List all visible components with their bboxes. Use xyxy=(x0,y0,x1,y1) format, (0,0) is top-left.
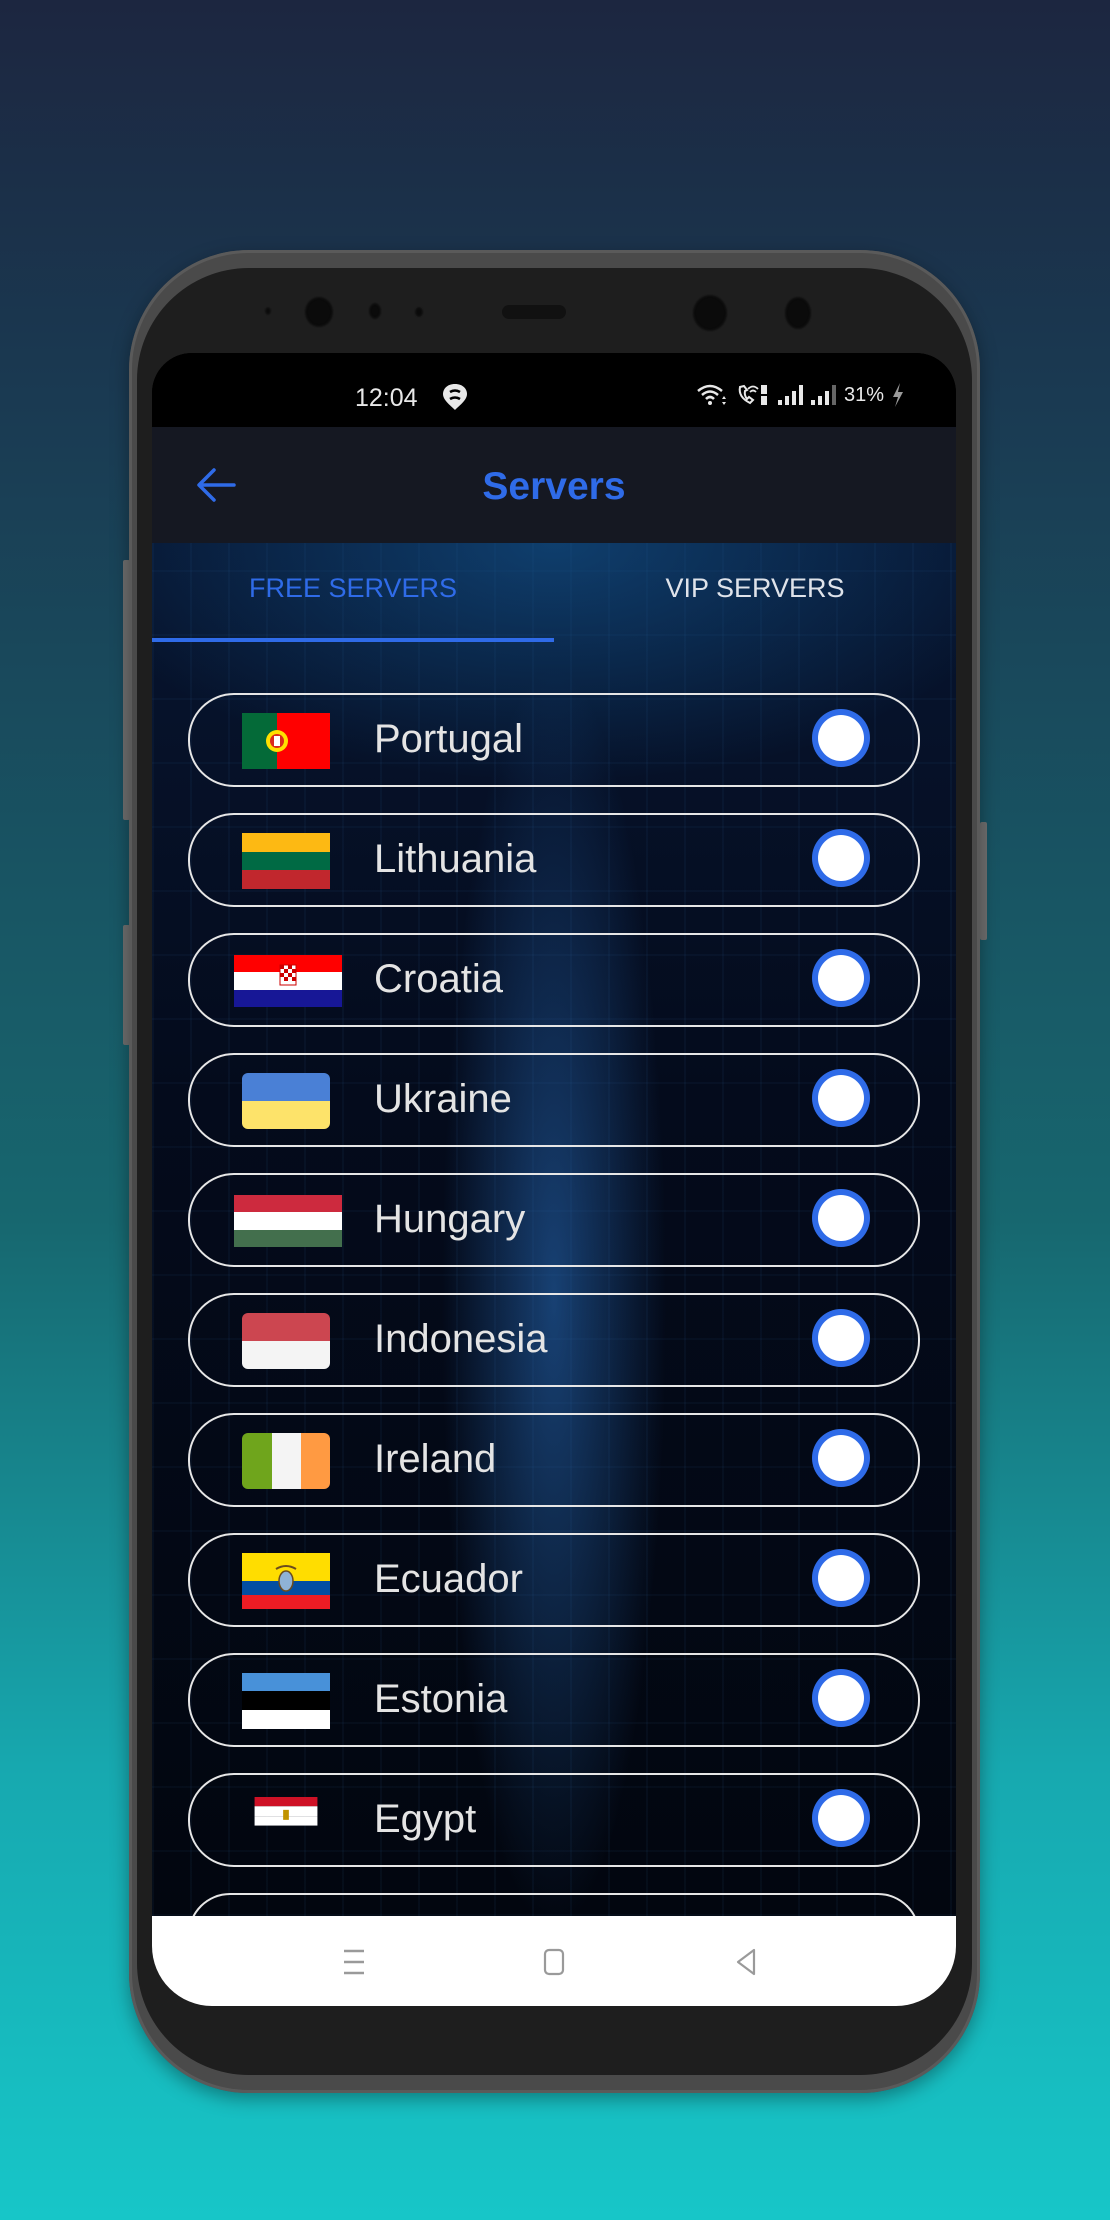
croatia-flag-icon xyxy=(234,955,342,1007)
server-radio-button[interactable] xyxy=(818,835,864,881)
server-name: Ecuador xyxy=(374,1557,523,1601)
server-item-indonesia[interactable]: Indonesia xyxy=(188,1293,920,1387)
server-tabs: FREE SERVERS VIP SERVERS xyxy=(152,543,956,655)
active-tab-indicator xyxy=(152,638,554,642)
server-list-area: FREE SERVERS VIP SERVERS Portugal Lithua… xyxy=(152,543,956,1916)
home-icon[interactable] xyxy=(536,1944,572,1980)
tab-vip-servers[interactable]: VIP SERVERS xyxy=(554,573,956,623)
sensor-icon xyxy=(264,306,272,316)
server-name: Portugal xyxy=(374,717,523,761)
ecuador-flag-icon xyxy=(242,1553,330,1609)
indonesia-flag-icon xyxy=(242,1313,330,1369)
server-name: Ireland xyxy=(374,1437,497,1481)
server-item-ukraine[interactable]: Ukraine xyxy=(188,1053,920,1147)
ukraine-flag-icon xyxy=(242,1073,330,1129)
portugal-flag-icon xyxy=(242,713,330,769)
server-name: Ukraine xyxy=(374,1077,512,1121)
server-item-portugal[interactable]: Portugal xyxy=(188,693,920,787)
server-radio-button[interactable] xyxy=(818,1315,864,1361)
server-item-partial[interactable] xyxy=(188,1893,920,1916)
status-bar: 12:04 31% xyxy=(152,353,956,427)
server-item-estonia[interactable]: Estonia xyxy=(188,1653,920,1747)
server-radio-button[interactable] xyxy=(818,955,864,1001)
signal-sim2-icon xyxy=(810,385,836,405)
power-button xyxy=(980,822,987,940)
ireland-flag-icon xyxy=(242,1433,330,1489)
tab-free-servers[interactable]: FREE SERVERS xyxy=(152,573,554,623)
location-pin-s-icon xyxy=(443,384,467,410)
back-icon[interactable] xyxy=(728,1944,764,1980)
server-name: Egypt xyxy=(374,1797,477,1841)
server-item-croatia[interactable]: Croatia xyxy=(188,933,920,1027)
app-bar: Servers xyxy=(152,427,956,543)
page-title: Servers xyxy=(482,465,626,508)
server-name: Croatia xyxy=(374,957,503,1001)
server-name: Hungary xyxy=(374,1197,526,1241)
server-radio-button[interactable] xyxy=(818,715,864,761)
front-camera-icon xyxy=(304,296,334,328)
server-name: Estonia xyxy=(374,1677,508,1721)
server-item-ireland[interactable]: Ireland xyxy=(188,1413,920,1507)
server-item-ecuador[interactable]: Ecuador xyxy=(188,1533,920,1627)
wifi-calling-icon xyxy=(738,384,767,405)
earpiece-speaker xyxy=(502,305,566,319)
server-item-hungary[interactable]: Hungary xyxy=(188,1173,920,1267)
server-radio-button[interactable] xyxy=(818,1555,864,1601)
server-name: Lithuania xyxy=(374,837,537,881)
wifi-icon xyxy=(697,384,726,405)
recent-apps-icon[interactable] xyxy=(336,1944,372,1980)
system-nav-bar xyxy=(152,1916,956,2006)
server-radio-button[interactable] xyxy=(818,1195,864,1241)
signal-sim1-icon xyxy=(777,385,803,405)
battery-charging-icon xyxy=(893,383,903,407)
server-radio-button[interactable] xyxy=(818,1675,864,1721)
phone-screen: 12:04 31% Servers FREE SERVERS VIP SERVE… xyxy=(152,353,956,2006)
battery-percent: 31% xyxy=(843,383,884,406)
sensor-icon xyxy=(414,306,424,318)
status-right-icons: 31% xyxy=(696,383,904,407)
hungary-flag-icon xyxy=(234,1195,342,1247)
egypt-flag-icon xyxy=(254,1797,318,1826)
estonia-flag-icon xyxy=(242,1673,330,1729)
iris-sensor-icon xyxy=(784,296,812,330)
iris-camera-icon xyxy=(692,294,728,332)
server-item-egypt[interactable]: Egypt xyxy=(188,1773,920,1867)
status-time: 12:04 xyxy=(355,384,418,412)
server-item-lithuania[interactable]: Lithuania xyxy=(188,813,920,907)
sensor-icon xyxy=(368,302,382,320)
server-radio-button[interactable] xyxy=(818,1795,864,1841)
lithuania-flag-icon xyxy=(242,833,330,889)
server-name: Indonesia xyxy=(374,1317,548,1361)
server-radio-button[interactable] xyxy=(818,1435,864,1481)
server-radio-button[interactable] xyxy=(818,1075,864,1121)
